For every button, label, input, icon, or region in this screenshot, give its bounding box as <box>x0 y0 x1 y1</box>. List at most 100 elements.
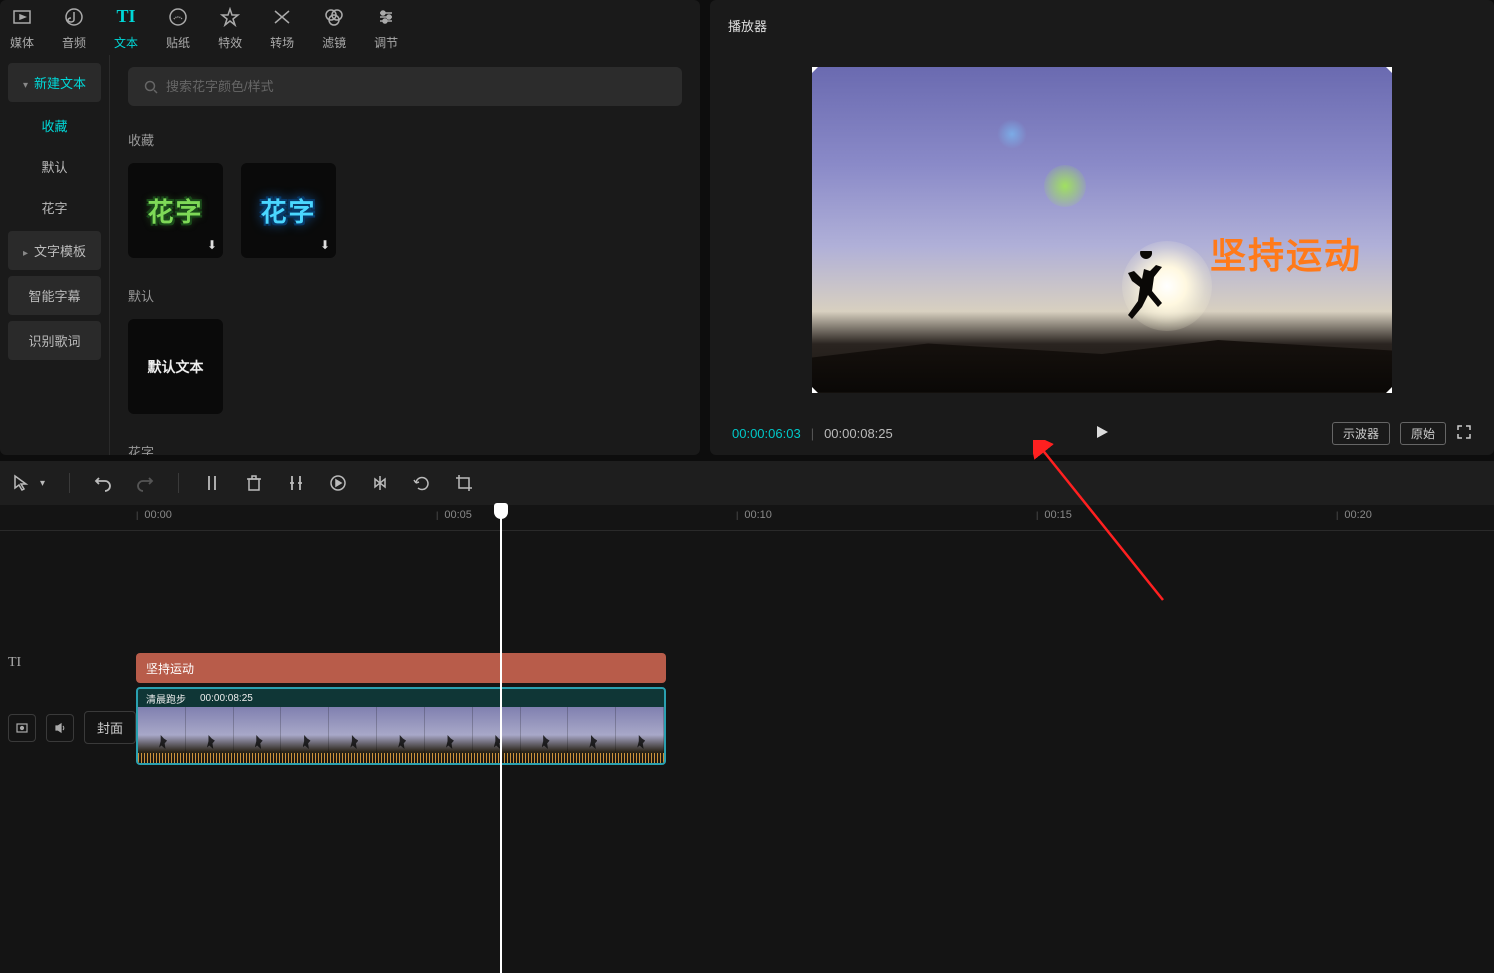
selection-handle[interactable] <box>1384 67 1392 75</box>
video-preview[interactable]: 坚持运动 <box>812 67 1392 393</box>
track-visibility-toggle[interactable] <box>8 714 36 742</box>
sidebar-item-new-text[interactable]: 新建文本 <box>8 63 101 102</box>
effects-icon <box>218 5 242 29</box>
sidebar: 新建文本 收藏 默认 花字 文字模板 智能字幕 识别歌词 <box>0 55 110 455</box>
ruler[interactable]: 00:00 00:05 00:10 00:15 00:20 <box>0 505 1494 531</box>
clip-duration: 00:00:08:25 <box>200 693 253 704</box>
content-area: 收藏 花字 ⬇ 花字 ⬇ 默认 默认文本 花 <box>110 55 700 455</box>
tab-label: 文本 <box>114 34 138 51</box>
ruler-tick: 00:00 <box>136 509 172 521</box>
tab-label: 调节 <box>374 34 398 51</box>
split-tool[interactable] <box>203 474 221 492</box>
delete-tool[interactable] <box>245 474 263 492</box>
section-default-title: 默认 <box>128 286 682 305</box>
transition-icon <box>270 5 294 29</box>
section-favorites-title: 收藏 <box>128 130 682 149</box>
selection-handle[interactable] <box>812 67 820 75</box>
crop-tool[interactable] <box>287 474 305 492</box>
tab-label: 贴纸 <box>166 34 190 51</box>
selection-handle[interactable] <box>812 385 820 393</box>
search-input[interactable] <box>166 79 666 94</box>
sidebar-item-smart-subs[interactable]: 智能字幕 <box>8 276 101 315</box>
selection-handle[interactable] <box>1384 385 1392 393</box>
download-icon[interactable]: ⬇ <box>320 238 330 252</box>
speed-tool[interactable] <box>329 474 347 492</box>
lens-flare <box>997 119 1027 149</box>
tab-bar: 媒体 音频 TI 文本 贴纸 特效 转场 <box>0 0 700 55</box>
overlay-text[interactable]: 坚持运动 <box>1210 227 1362 279</box>
clip-label: 坚持运动 <box>146 660 194 677</box>
time-total: 00:00:08:25 <box>824 426 893 441</box>
redo-button[interactable] <box>136 474 154 492</box>
tab-sticker[interactable]: 贴纸 <box>166 5 190 51</box>
scope-button[interactable]: 示波器 <box>1332 422 1390 445</box>
tab-label: 媒体 <box>10 34 34 51</box>
time-separator: | <box>811 426 814 441</box>
search-box[interactable] <box>128 67 682 106</box>
ruler-tick: 00:20 <box>1336 509 1372 521</box>
sidebar-item-huazi[interactable]: 花字 <box>8 190 101 225</box>
tab-transition[interactable]: 转场 <box>270 5 294 51</box>
clip-thumbnails <box>138 707 664 763</box>
tab-effects[interactable]: 特效 <box>218 5 242 51</box>
sidebar-item-favorites[interactable]: 收藏 <box>8 108 101 143</box>
section-huazi-title: 花字 <box>128 442 682 455</box>
text-style-thumb-blue[interactable]: 花字 ⬇ <box>241 163 336 258</box>
ruler-tick: 00:15 <box>1036 509 1072 521</box>
ruler-tick: 00:10 <box>736 509 772 521</box>
sidebar-item-text-templates[interactable]: 文字模板 <box>8 231 101 270</box>
text-clip[interactable]: 坚持运动 <box>136 653 666 683</box>
tab-label: 特效 <box>218 34 242 51</box>
ruler-tick: 00:05 <box>436 509 472 521</box>
sidebar-item-default[interactable]: 默认 <box>8 149 101 184</box>
rotate-tool[interactable] <box>413 474 431 492</box>
tab-label: 滤镜 <box>322 34 346 51</box>
player-title: 播放器 <box>728 16 1476 35</box>
video-clip[interactable]: 清晨跑步 00:00:08:25 <box>136 687 666 765</box>
tab-media[interactable]: 媒体 <box>10 5 34 51</box>
tab-filter[interactable]: 滤镜 <box>322 5 346 51</box>
runner-silhouette <box>1118 251 1178 331</box>
filter-icon <box>322 5 346 29</box>
time-current: 00:00:06:03 <box>732 426 801 441</box>
play-button[interactable] <box>1094 424 1110 443</box>
tab-label: 音频 <box>62 34 86 51</box>
clip-name: 清晨跑步 <box>146 691 186 706</box>
pointer-dropdown[interactable]: ▾ <box>40 478 45 489</box>
download-icon[interactable]: ⬇ <box>207 238 217 252</box>
media-icon <box>10 5 34 29</box>
text-icon: TI <box>114 5 138 29</box>
timeline[interactable]: 00:00 00:05 00:10 00:15 00:20 TI 坚持运动 封面… <box>0 505 1494 973</box>
default-text-thumb[interactable]: 默认文本 <box>128 319 223 414</box>
undo-button[interactable] <box>94 474 112 492</box>
thumb-preview-text: 花字 <box>147 192 203 229</box>
thumb-preview-text: 花字 <box>260 192 316 229</box>
mirror-tool[interactable] <box>371 474 389 492</box>
preview-area[interactable]: 坚持运动 <box>728 47 1476 412</box>
playhead[interactable] <box>500 505 502 973</box>
tab-audio[interactable]: 音频 <box>62 5 86 51</box>
crop-frame-tool[interactable] <box>455 474 473 492</box>
tab-adjust[interactable]: 调节 <box>374 5 398 51</box>
sidebar-item-lyrics[interactable]: 识别歌词 <box>8 321 101 360</box>
cover-button[interactable]: 封面 <box>84 711 136 744</box>
left-panel: 媒体 音频 TI 文本 贴纸 特效 转场 <box>0 0 700 455</box>
tab-label: 转场 <box>270 34 294 51</box>
tab-text[interactable]: TI 文本 <box>114 5 138 51</box>
player-controls: 00:00:06:03 | 00:00:08:25 示波器 原始 <box>728 412 1476 445</box>
audio-icon <box>62 5 86 29</box>
sticker-icon <box>166 5 190 29</box>
audio-wave <box>138 753 664 763</box>
original-button[interactable]: 原始 <box>1400 422 1446 445</box>
text-track-icon: TI <box>8 655 21 671</box>
text-style-thumb-green[interactable]: 花字 ⬇ <box>128 163 223 258</box>
track-mute-toggle[interactable] <box>46 714 74 742</box>
player-panel: 播放器 坚持运动 00:00:06:03 | 00:00:08:25 <box>710 0 1494 455</box>
fullscreen-icon[interactable] <box>1456 424 1472 443</box>
pointer-tool[interactable] <box>12 474 30 492</box>
search-icon <box>144 80 158 94</box>
timeline-toolbar: ▾ <box>0 461 1494 505</box>
thumb-preview-text: 默认文本 <box>148 357 204 377</box>
adjust-icon <box>374 5 398 29</box>
ground-silhouette <box>812 323 1392 393</box>
